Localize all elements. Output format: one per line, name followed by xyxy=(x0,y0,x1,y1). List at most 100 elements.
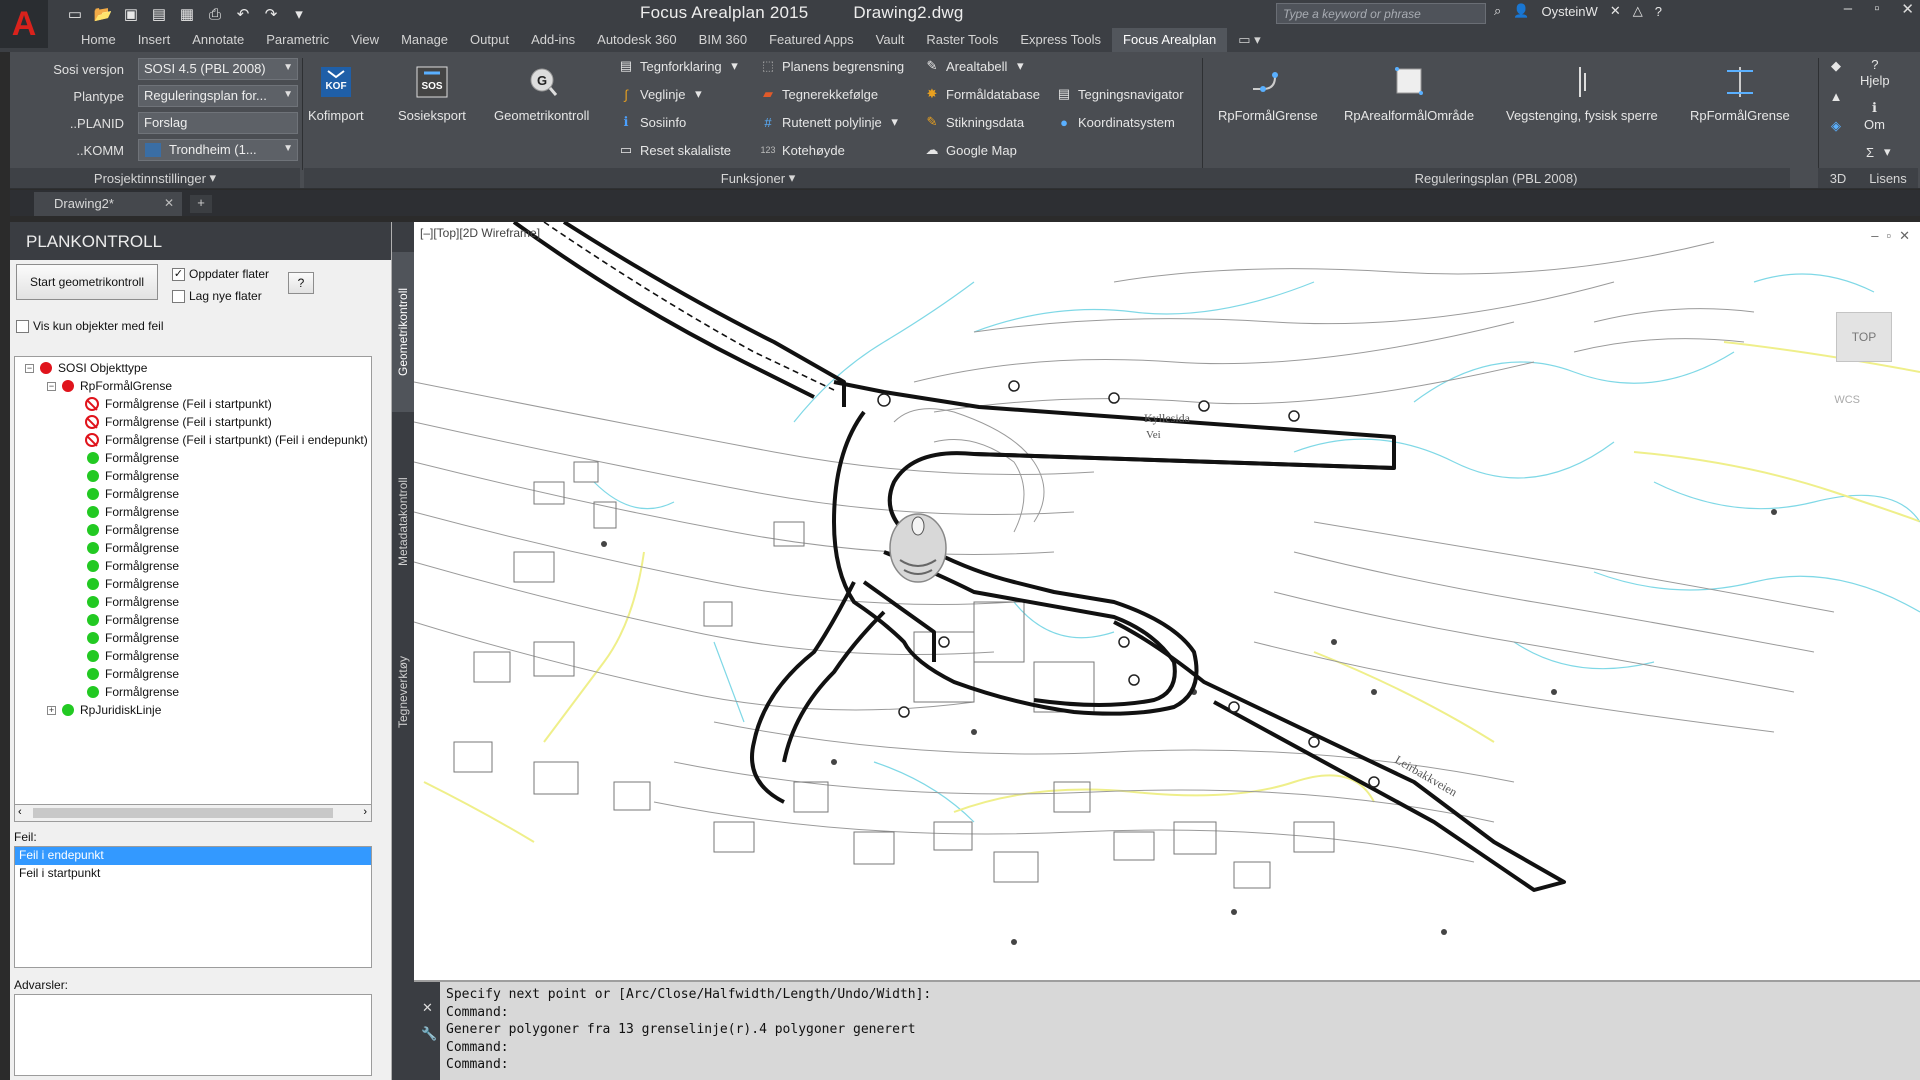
tegnforklaring-button[interactable]: ▤ Tegnforklaring ▾ xyxy=(618,58,738,74)
collapse-icon[interactable]: − xyxy=(47,381,56,391)
veglinje-button[interactable]: ∫ Veglinje ▾ xyxy=(618,86,701,102)
tree-ok-item[interactable]: Formålgrense xyxy=(87,595,179,609)
wrench-icon[interactable]: 🔧 xyxy=(421,1026,437,1042)
tab-parametric[interactable]: Parametric xyxy=(255,28,340,52)
oppdater-flater-checkbox[interactable]: ✓ Oppdater flater xyxy=(172,267,269,281)
tree-ok-item[interactable]: Formålgrense xyxy=(87,685,179,699)
side-tab-metadatakontroll[interactable]: Metadatakontroll xyxy=(392,452,414,592)
tree-group-row[interactable]: − RpFormålGrense xyxy=(47,379,172,393)
save-icon[interactable]: ▣ xyxy=(120,3,142,25)
formaldatabase-button[interactable]: ✸ Formåldatabase xyxy=(924,86,1040,102)
viewport-close-icon[interactable]: ✕ xyxy=(1899,228,1910,244)
undo-icon[interactable]: ↶ xyxy=(232,3,254,25)
arealtabell-button[interactable]: ✎ Arealtabell ▾ xyxy=(924,58,1024,74)
tab-home[interactable]: Home xyxy=(70,28,127,52)
close-tab-icon[interactable]: ✕ xyxy=(164,196,174,210)
viewcube[interactable]: TOP xyxy=(1836,312,1892,362)
tab-raster-tools[interactable]: Raster Tools xyxy=(915,28,1009,52)
user-icon[interactable]: 👤 xyxy=(1513,3,1529,19)
tree-error-item[interactable]: Formålgrense (Feil i startpunkt) xyxy=(85,415,272,429)
rpformalgrense-2-button[interactable]: RpFormålGrense xyxy=(1690,62,1790,123)
kofimport-button[interactable]: KOF Kofimport xyxy=(308,62,364,123)
3d-group-label[interactable]: 3D xyxy=(1818,168,1858,188)
sosiinfo-button[interactable]: ℹ Sosiinfo xyxy=(618,114,687,130)
tab-manage[interactable]: Manage xyxy=(390,28,459,52)
tree-ok-item[interactable]: Formålgrense xyxy=(87,577,179,591)
tab-vault[interactable]: Vault xyxy=(865,28,916,52)
new-tab-button[interactable]: + xyxy=(190,195,212,213)
rparealformalomrade-button[interactable]: RpArealformålOmråde xyxy=(1344,62,1474,123)
tab-insert[interactable]: Insert xyxy=(127,28,182,52)
tree-ok-item[interactable]: Formålgrense xyxy=(87,631,179,645)
tree-ok-item[interactable]: Formålgrense xyxy=(87,649,179,663)
help-icon[interactable]: ? xyxy=(1655,4,1662,19)
tab-featured-apps[interactable]: Featured Apps xyxy=(758,28,865,52)
tegnerekkefolge-button[interactable]: ▰ Tegnerekkefølge xyxy=(760,86,878,102)
exchange-icon[interactable]: ✕ xyxy=(1610,3,1621,19)
3d-tool-1-button[interactable]: ◆ xyxy=(1828,58,1844,74)
object-tree[interactable]: − SOSI Objekttype − RpFormålGrense Formålg… xyxy=(14,356,372,822)
3d-tool-2-button[interactable]: ▲ xyxy=(1828,88,1844,104)
prosjektinnstillinger-group-label[interactable]: Prosjektinnstillinger ▾ xyxy=(10,168,300,188)
list-item[interactable]: Feil i startpunkt xyxy=(15,865,371,883)
redo-icon[interactable]: ↷ xyxy=(260,3,282,25)
close-icon[interactable]: ✕ xyxy=(1901,0,1914,18)
close-command-icon[interactable]: ✕ xyxy=(422,1000,433,1016)
publish-icon[interactable]: ▦ xyxy=(176,3,198,25)
maximize-icon[interactable]: ▫ xyxy=(1874,0,1879,18)
minimize-icon[interactable]: – xyxy=(1844,0,1852,18)
sigma-button[interactable]: Σ ▾ xyxy=(1862,144,1891,160)
tab-annotate[interactable]: Annotate xyxy=(181,28,255,52)
tree-ok-item[interactable]: Formålgrense xyxy=(87,559,179,573)
planens-begrensning-button[interactable]: ⬚ Planens begrensning xyxy=(760,58,904,74)
rutenett-polylinje-button[interactable]: # Rutenett polylinje ▾ xyxy=(760,114,898,130)
feil-list[interactable]: Feil i endepunkt Feil i startpunkt xyxy=(14,846,372,968)
start-geometrikontroll-button[interactable]: Start geometrikontroll xyxy=(16,264,158,300)
tree-ok-item[interactable]: Formålgrense xyxy=(87,541,179,555)
search-input[interactable]: Type a keyword or phrase xyxy=(1276,3,1486,24)
geometrikontroll-button[interactable]: G Geometrikontroll xyxy=(494,62,589,123)
drawing-canvas[interactable]: Kyllesida Vei Leirbakkveien [–][Top][2D … xyxy=(414,222,1920,980)
wcs-label[interactable]: WCS xyxy=(1834,394,1860,406)
tab-bim-360[interactable]: BIM 360 xyxy=(688,28,758,52)
viewport-controls-label[interactable]: [–][Top][2D Wireframe] xyxy=(420,226,540,240)
a360-icon[interactable]: △ xyxy=(1633,3,1643,19)
tree-ok-item[interactable]: Formålgrense xyxy=(87,451,179,465)
tegningsnavigator-button[interactable]: ▤ Tegningsnavigator xyxy=(1056,86,1184,102)
koordinatsystem-button[interactable]: ● Koordinatsystem xyxy=(1056,114,1175,130)
tree-ok-item[interactable]: Formålgrense xyxy=(87,469,179,483)
ribbon-options-icon[interactable]: ▭ ▾ xyxy=(1227,28,1271,52)
tab-autodesk-360[interactable]: Autodesk 360 xyxy=(586,28,688,52)
scroll-right-icon[interactable]: › xyxy=(363,806,367,818)
tab-view[interactable]: View xyxy=(340,28,390,52)
vegstenging-button[interactable]: Vegstenging, fysisk sperre xyxy=(1506,62,1658,123)
om-button[interactable]: ℹ Om xyxy=(1864,100,1885,132)
sosi-version-select[interactable]: SOSI 4.5 (PBL 2008) ▼ xyxy=(138,58,298,80)
tree-group2-row[interactable]: + RpJuridiskLinje xyxy=(47,703,161,717)
lisens-group-label[interactable]: Lisens xyxy=(1858,168,1918,188)
new-file-icon[interactable]: ▭ xyxy=(64,3,86,25)
collapse-icon[interactable]: − xyxy=(25,363,34,373)
sosieksport-button[interactable]: SOS Sosieksport xyxy=(398,62,466,123)
tab-output[interactable]: Output xyxy=(459,28,520,52)
command-line[interactable]: ✕ 🔧 Specify next point or [Arc/Close/Hal… xyxy=(414,980,1920,1080)
user-name[interactable]: OysteinW xyxy=(1541,4,1597,19)
kotehoyde-button[interactable]: 123 Kotehøyde xyxy=(760,142,844,158)
tree-root-row[interactable]: − SOSI Objekttype xyxy=(25,361,147,375)
scroll-thumb[interactable] xyxy=(33,808,333,818)
funksjoner-group-label[interactable]: Funksjoner ▾ xyxy=(304,168,1212,188)
viewport-minimize-icon[interactable]: – xyxy=(1871,228,1878,244)
list-item[interactable]: Feil i endepunkt xyxy=(15,847,371,865)
side-tab-tegneverktoy[interactable]: Tegneverktøy xyxy=(392,632,414,752)
print-icon[interactable]: ⎙ xyxy=(204,3,226,25)
viewport-restore-icon[interactable]: ▫ xyxy=(1886,228,1891,244)
tree-error-item[interactable]: Formålgrense (Feil i startpunkt) xyxy=(85,397,272,411)
stikningsdata-button[interactable]: ✎ Stikningsdata xyxy=(924,114,1025,130)
tab-focus-arealplan[interactable]: Focus Arealplan xyxy=(1112,28,1228,52)
application-menu-button[interactable]: A xyxy=(0,0,48,48)
lag-nye-flater-checkbox[interactable]: Lag nye flater xyxy=(172,289,262,303)
tree-ok-item[interactable]: Formålgrense xyxy=(87,667,179,681)
planid-field[interactable]: Forslag xyxy=(138,112,298,134)
binoculars-icon[interactable]: ⌕ xyxy=(1494,3,1501,19)
hjelp-button[interactable]: ? Hjelp xyxy=(1860,56,1890,89)
